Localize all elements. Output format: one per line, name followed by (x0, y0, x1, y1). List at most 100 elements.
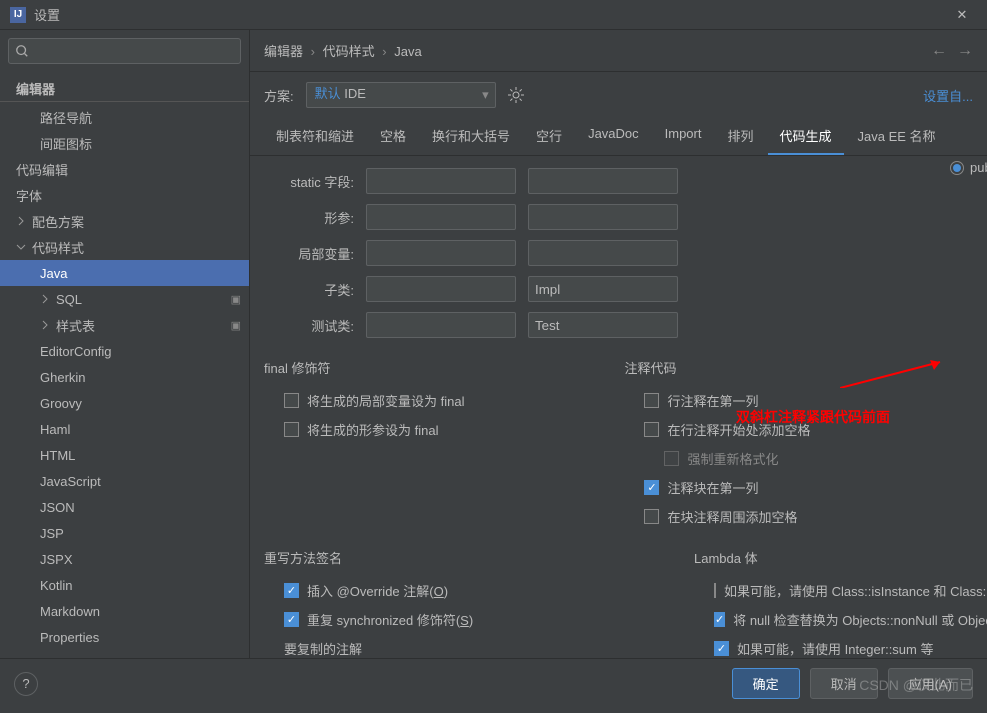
close-icon[interactable]: ✕ (947, 7, 977, 23)
sidebar-item-html[interactable]: HTML (0, 442, 249, 468)
sidebar-item-jsp[interactable]: JSP (0, 520, 249, 546)
tab-spaces[interactable]: 空格 (368, 118, 418, 155)
project-badge-icon: ▣ (231, 319, 241, 332)
input-subclass-prefix[interactable] (366, 276, 516, 302)
chevron-down-icon (16, 242, 26, 252)
sidebar-item-code-editing[interactable]: 代码编辑 (0, 156, 249, 182)
breadcrumb-item[interactable]: 代码样式 (323, 44, 375, 59)
chevron-right-icon (16, 216, 26, 226)
override-section: 重写方法签名 插入 @Override 注解(O) 重复 synchronize… (264, 548, 664, 658)
input-test-suffix[interactable] (528, 312, 678, 338)
forward-icon[interactable]: → (957, 42, 973, 60)
footer: ? 确定 取消 应用(A) (0, 658, 987, 708)
cb-lambda-nonnull[interactable]: 将 null 检查替换为 Objects::nonNull 或 Objec (694, 610, 973, 629)
tab-import[interactable]: Import (653, 118, 714, 155)
section-title-override: 重写方法签名 (264, 548, 664, 567)
sidebar-item-gutter[interactable]: 间距图标 (0, 130, 249, 156)
help-button[interactable]: ? (14, 672, 38, 696)
breadcrumb: 编辑器 › 代码样式 › Java (264, 41, 931, 60)
cancel-button[interactable]: 取消 (810, 668, 878, 699)
tab-javadoc[interactable]: JavaDoc (576, 118, 651, 155)
scheme-dropdown[interactable]: 默认 IDE (306, 82, 496, 108)
sidebar-item-editorconfig[interactable]: EditorConfig (0, 338, 249, 364)
breadcrumb-item[interactable]: 编辑器 (264, 44, 303, 59)
input-param-suffix[interactable] (528, 204, 678, 230)
cb-insert-override[interactable]: 插入 @Override 注解(O) (264, 581, 664, 600)
cb-block-comment-first[interactable]: 注释块在第一列 (624, 478, 810, 497)
naming-grid: static 字段: 形参: 局部变量: 子类: 测试类: (264, 168, 973, 338)
main-panel: 编辑器 › 代码样式 › Java ← → 方案: 默认 IDE 设置自... … (250, 30, 987, 658)
label-copy-annotations: 要复制的注解 (264, 639, 664, 658)
sidebar-item-code-style[interactable]: 代码样式 (0, 234, 249, 260)
input-local-suffix[interactable] (528, 240, 678, 266)
cb-line-comment-first[interactable]: 行注释在第一列 (624, 391, 810, 410)
sidebar-item-sql[interactable]: SQL ▣ (0, 286, 249, 312)
tab-code-generation[interactable]: 代码生成 (768, 118, 844, 155)
section-title-final: final 修饰符 (264, 358, 464, 377)
input-local-prefix[interactable] (366, 240, 516, 266)
comment-section: 注释代码 行注释在第一列 在行注释开始处添加空格 强制重新格式化 注释块在第一列… (624, 358, 810, 526)
cb-final-locals[interactable]: 将生成的局部变量设为 final (264, 391, 464, 410)
tab-wrapping[interactable]: 换行和大括号 (420, 118, 522, 155)
sidebar-item-properties[interactable]: Properties (0, 624, 249, 650)
sidebar-item-haml[interactable]: Haml (0, 416, 249, 442)
input-test-prefix[interactable] (366, 312, 516, 338)
sidebar: 编辑器 路径导航 间距图标 代码编辑 字体 配色方案 代码样式 Java SQL… (0, 30, 250, 658)
breadcrumb-item: Java (394, 44, 421, 59)
scheme-settings-link[interactable]: 设置自... (923, 86, 973, 105)
sidebar-item-breadcrumbs[interactable]: 路径导航 (0, 104, 249, 130)
tabs: 制表符和缩进 空格 换行和大括号 空行 JavaDoc Import 排列 代码… (250, 118, 987, 156)
final-section: final 修饰符 将生成的局部变量设为 final 将生成的形参设为 fina… (264, 358, 464, 526)
sidebar-item-json[interactable]: JSON (0, 494, 249, 520)
sidebar-item-java[interactable]: Java (0, 260, 249, 286)
apply-button[interactable]: 应用(A) (888, 668, 973, 699)
label-test: 测试类: (264, 316, 354, 335)
sidebar-item-protobuf[interactable]: Protocol Buffer (0, 650, 249, 658)
tab-javaee[interactable]: Java EE 名称 (846, 118, 948, 155)
input-static-suffix[interactable] (528, 168, 678, 194)
cb-lambda-isinstance[interactable]: 如果可能，请使用 Class::isInstance 和 Class::c (694, 581, 973, 600)
section-editor[interactable]: 编辑器 (0, 76, 249, 102)
radio-label: public(B) (970, 160, 987, 175)
cb-final-params[interactable]: 将生成的形参设为 final (264, 420, 464, 439)
input-param-prefix[interactable] (366, 204, 516, 230)
input-subclass-suffix[interactable] (528, 276, 678, 302)
sidebar-item-jspx[interactable]: JSPX (0, 546, 249, 572)
section-title-lambda: Lambda 体 (694, 548, 973, 567)
sidebar-item-label: 配色方案 (32, 212, 84, 231)
search-input[interactable] (8, 38, 241, 64)
cb-lambda-integersum[interactable]: 如果可能，请使用 Integer::sum 等 (694, 639, 973, 658)
sidebar-item-font[interactable]: 字体 (0, 182, 249, 208)
scheme-row: 方案: 默认 IDE 设置自... (250, 72, 987, 118)
scheme-default: 默认 (315, 86, 341, 101)
chevron-right-icon (40, 320, 50, 330)
sidebar-item-color-scheme[interactable]: 配色方案 (0, 208, 249, 234)
radio-public-row[interactable]: public(B) (950, 160, 987, 175)
cb-repeat-synchronized[interactable]: 重复 synchronized 修饰符(S) (264, 610, 664, 629)
sidebar-item-javascript[interactable]: JavaScript (0, 468, 249, 494)
input-static-prefix[interactable] (366, 168, 516, 194)
chevron-right-icon (40, 294, 50, 304)
label-param: 形参: (264, 208, 354, 227)
sidebar-item-label: 样式表 (56, 316, 95, 335)
sidebar-item-label: 代码样式 (32, 238, 84, 257)
sidebar-item-stylesheets[interactable]: 样式表 ▣ (0, 312, 249, 338)
sidebar-item-markdown[interactable]: Markdown (0, 598, 249, 624)
tab-arrangement[interactable]: 排列 (715, 118, 765, 155)
sidebar-item-label: SQL (56, 292, 82, 307)
tab-blank-lines[interactable]: 空行 (524, 118, 574, 155)
gear-icon[interactable] (508, 87, 524, 103)
ok-button[interactable]: 确定 (732, 668, 800, 699)
sidebar-item-gherkin[interactable]: Gherkin (0, 364, 249, 390)
content-area: public(B) static 字段: 形参: 局部变量: 子类: 测试类: (250, 156, 987, 658)
main-header: 编辑器 › 代码样式 › Java ← → (250, 30, 987, 72)
scheme-ide: IDE (341, 86, 366, 101)
back-icon[interactable]: ← (931, 42, 947, 60)
cb-line-comment-space[interactable]: 在行注释开始处添加空格 (624, 420, 810, 439)
sidebar-item-kotlin[interactable]: Kotlin (0, 572, 249, 598)
section-title-comment: 注释代码 (624, 358, 810, 377)
sidebar-item-groovy[interactable]: Groovy (0, 390, 249, 416)
cb-block-comment-space[interactable]: 在块注释周围添加空格 (624, 507, 810, 526)
label-static-field: static 字段: (264, 172, 354, 191)
tab-indent[interactable]: 制表符和缩进 (264, 118, 366, 155)
